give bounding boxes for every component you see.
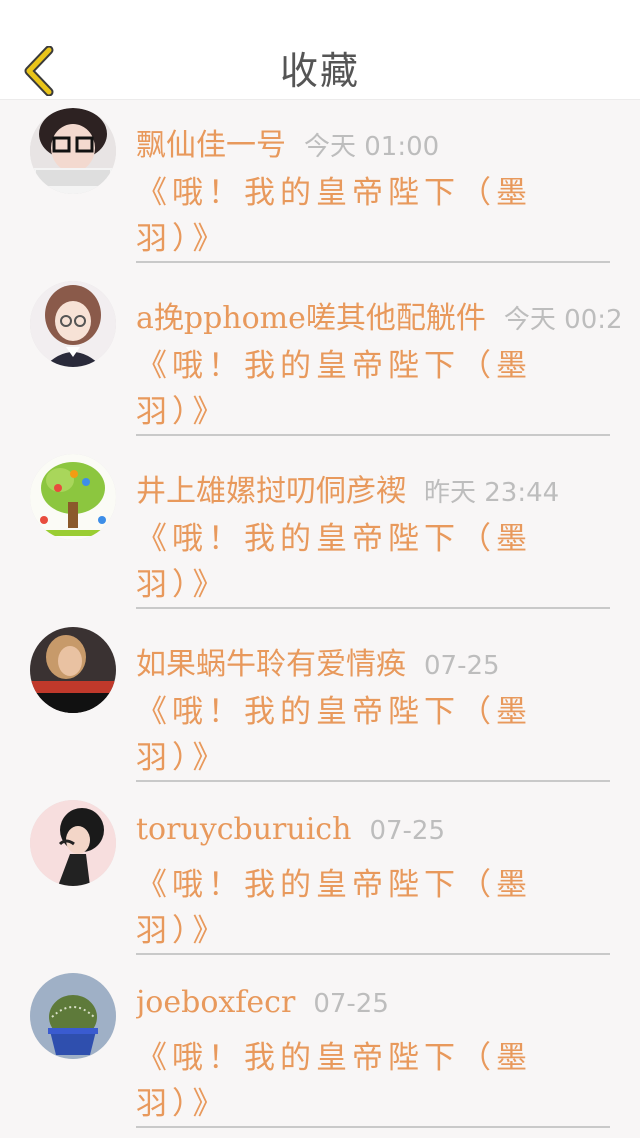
divider (136, 953, 610, 955)
favorite-title[interactable]: 《哦！我的皇帝陛下（墨羽）》 (136, 516, 566, 608)
list-item[interactable]: toruycburuich 07-25 《哦！我的皇帝陛下（墨羽）》 (0, 792, 640, 965)
item-meta: toruycburuich 07-25 (136, 812, 640, 847)
username[interactable]: a挽pphome嗟其他配觥件 (136, 293, 486, 337)
timestamp: 07-25 (369, 816, 445, 846)
username[interactable]: joeboxfecr (136, 985, 295, 1020)
item-meta: a挽pphome嗟其他配觥件 今天 00:2 (136, 293, 640, 337)
list-item[interactable]: a挽pphome嗟其他配觥件 今天 00:2 《哦！我的皇帝陛下（墨羽）》 (0, 273, 640, 446)
username[interactable]: 如果蜗牛聆有爱情痪 (136, 639, 406, 683)
list-item[interactable]: 飘仙佳一号 今天 01:00 《哦！我的皇帝陛下（墨羽）》 (0, 100, 640, 273)
item-meta: joeboxfecr 07-25 (136, 985, 640, 1020)
item-meta: 飘仙佳一号 今天 01:00 (136, 120, 640, 164)
list-item[interactable]: joeboxfecr 07-25 《哦！我的皇帝陛下（墨羽）》 (0, 965, 640, 1138)
favorite-title[interactable]: 《哦！我的皇帝陛下（墨羽）》 (136, 862, 566, 954)
avatar[interactable] (30, 800, 116, 886)
avatar[interactable] (30, 454, 116, 540)
avatar-cactus-icon (30, 973, 116, 1059)
timestamp: 昨天 23:44 (424, 478, 560, 508)
timestamp: 今天 01:00 (304, 132, 440, 162)
favorite-title[interactable]: 《哦！我的皇帝陛下（墨羽）》 (136, 343, 566, 435)
divider (136, 1126, 610, 1128)
avatar[interactable] (30, 973, 116, 1059)
divider (136, 780, 610, 782)
avatar-woman-photo-icon (30, 627, 116, 713)
avatar-anime-boy-icon (30, 800, 116, 886)
username[interactable]: 井上雄嫘挝叨侗彦褉 (136, 466, 406, 510)
status-bar (0, 0, 640, 42)
item-meta: 井上雄嫘挝叨侗彦褉 昨天 23:44 (136, 466, 640, 510)
favorites-list: 飘仙佳一号 今天 01:00 《哦！我的皇帝陛下（墨羽）》 a挽pphome嗟其… (0, 100, 640, 1138)
favorite-title[interactable]: 《哦！我的皇帝陛下（墨羽）》 (136, 1035, 566, 1127)
timestamp: 07-25 (424, 651, 500, 681)
username[interactable]: toruycburuich (136, 812, 351, 847)
nav-bar: 收藏 (0, 42, 640, 100)
list-item[interactable]: 如果蜗牛聆有爱情痪 07-25 《哦！我的皇帝陛下（墨羽）》 (0, 619, 640, 792)
avatar-girl-glasses-icon (30, 108, 116, 194)
timestamp: 今天 00:2 (503, 305, 623, 335)
divider (136, 607, 610, 609)
avatar[interactable] (30, 281, 116, 367)
favorite-title[interactable]: 《哦！我的皇帝陛下（墨羽）》 (136, 170, 566, 262)
favorite-title[interactable]: 《哦！我的皇帝陛下（墨羽）》 (136, 689, 566, 781)
avatar-family-tree-icon (30, 454, 116, 540)
username[interactable]: 飘仙佳一号 (136, 120, 286, 164)
divider (136, 261, 610, 263)
avatar[interactable] (30, 108, 116, 194)
timestamp: 07-25 (313, 989, 389, 1019)
list-item[interactable]: 井上雄嫘挝叨侗彦褉 昨天 23:44 《哦！我的皇帝陛下（墨羽）》 (0, 446, 640, 619)
divider (136, 434, 610, 436)
avatar[interactable] (30, 627, 116, 713)
item-meta: 如果蜗牛聆有爱情痪 07-25 (136, 639, 640, 683)
page-title: 收藏 (279, 49, 360, 93)
avatar-anime-girl-icon (30, 281, 116, 367)
